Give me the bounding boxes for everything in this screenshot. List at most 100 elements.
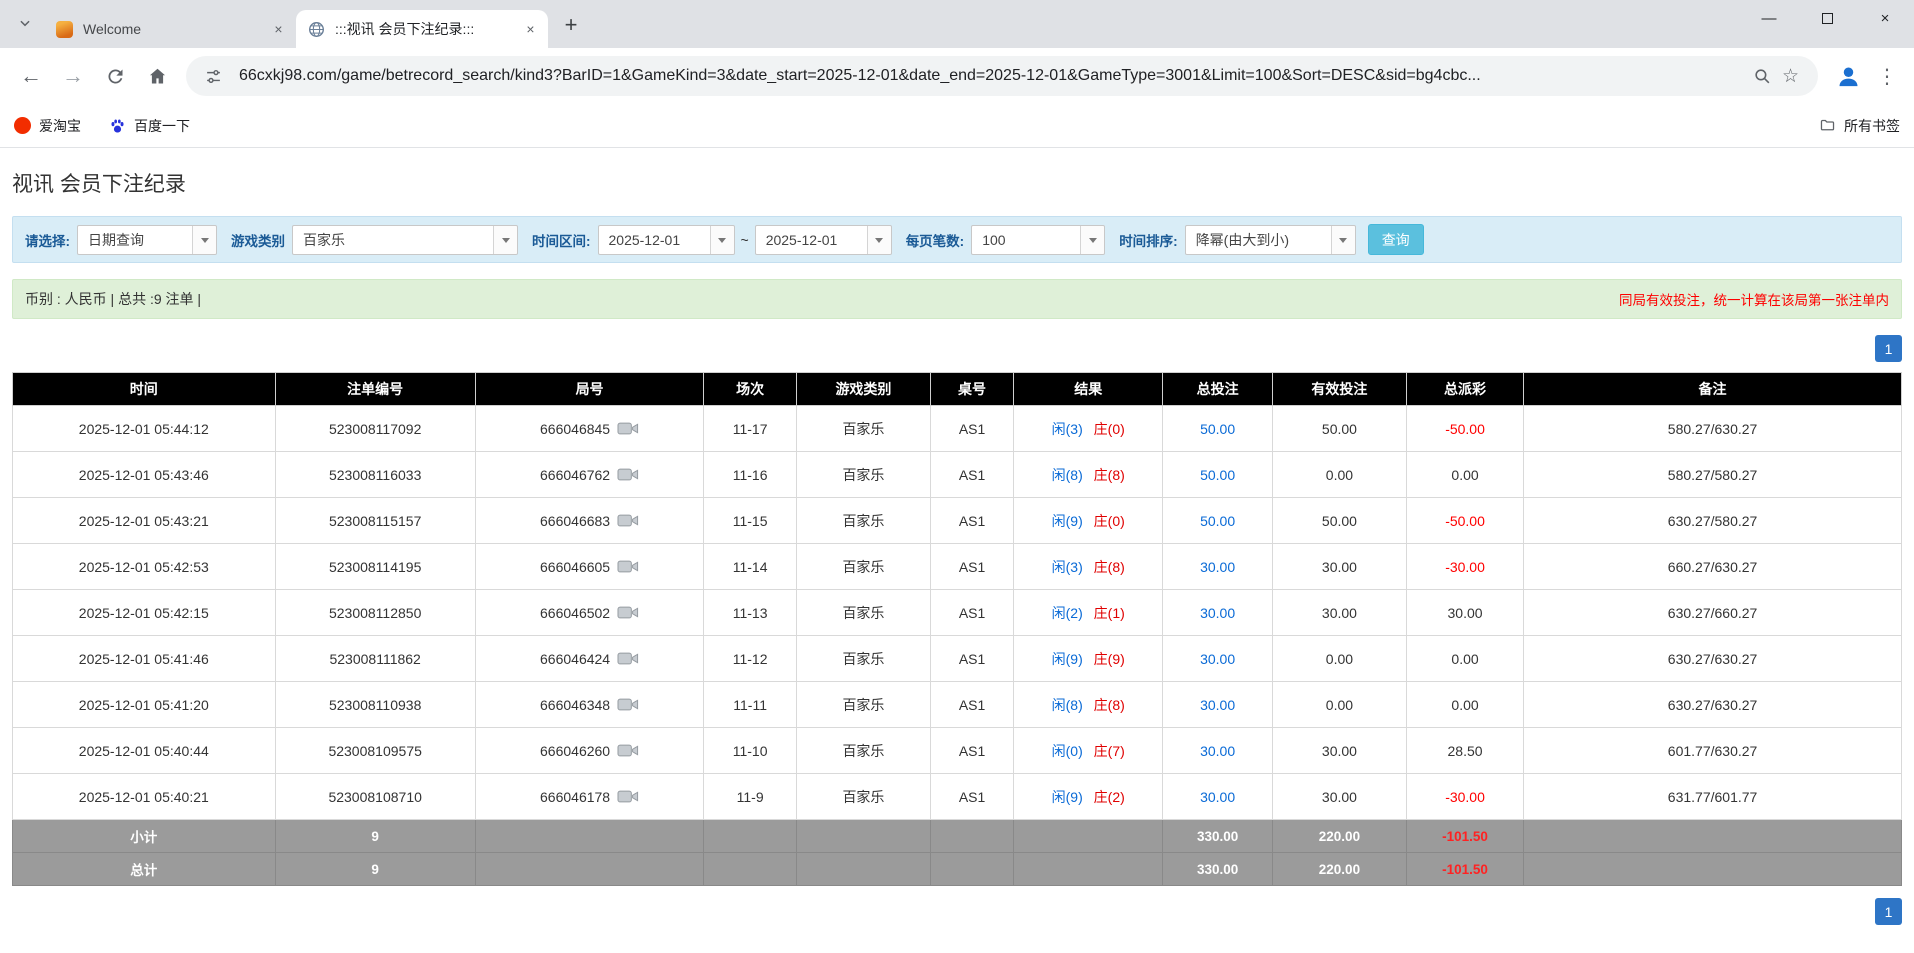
payout: -50.00 (1405, 497, 1525, 544)
bet-id: 523008116033 (274, 451, 476, 498)
note: 580.27/630.27 (1523, 405, 1902, 452)
game-type-select[interactable]: 百家乐 (292, 224, 518, 255)
valid-bet: 0.00 (1271, 451, 1407, 498)
bet-time: 2025-12-01 05:40:21 (12, 773, 276, 820)
summary-cell (474, 852, 705, 886)
player-result: 闲(9) (1051, 650, 1083, 667)
bookmark-aitaobao[interactable]: 爱淘宝 (14, 116, 81, 136)
profile-button[interactable] (1830, 58, 1866, 94)
total-bet-link[interactable]: 30.00 (1200, 789, 1235, 805)
payout: 0.00 (1405, 635, 1525, 682)
note: 630.27/630.27 (1523, 635, 1902, 682)
all-bookmarks-label: 所有书签 (1844, 117, 1900, 134)
chevron-down-icon (493, 225, 517, 254)
baidu-paw-icon (109, 117, 126, 134)
minimize-button[interactable]: — (1740, 0, 1798, 36)
total-payout: -101.50 (1405, 852, 1525, 886)
total-bet-link[interactable]: 30.00 (1200, 651, 1235, 667)
video-replay-icon[interactable] (617, 605, 639, 620)
site-info-icon[interactable] (205, 68, 222, 85)
tab-welcome[interactable]: Welcome × (44, 10, 296, 48)
video-replay-icon[interactable] (617, 651, 639, 666)
total-bet-link[interactable]: 30.00 (1200, 697, 1235, 713)
total-bet-link[interactable]: 50.00 (1200, 421, 1235, 437)
total-bet-link[interactable]: 50.00 (1200, 467, 1235, 483)
table-header-row: 时间 注单编号 局号 场次 游戏类别 桌号 结果 总投注 有效投注 总派彩 备注 (12, 372, 1902, 406)
all-bookmarks-button[interactable]: 所有书签 (1819, 116, 1900, 136)
video-replay-icon[interactable] (617, 421, 639, 436)
sort-select[interactable]: 降幂(由大到小) (1184, 224, 1356, 255)
chevron-down-icon (1330, 225, 1355, 254)
table-row: 2025-12-01 05:40:44 523008109575 6660462… (12, 727, 1902, 774)
url-text[interactable]: 66cxkj98.com/game/betrecord_search/kind3… (239, 67, 1736, 85)
round-cell: 666046762 (474, 451, 705, 498)
subtotal-valid-bet: 220.00 (1271, 819, 1407, 853)
date-start-input[interactable]: 2025-12-01 (597, 224, 735, 255)
video-replay-icon[interactable] (617, 743, 639, 758)
folder-icon (1819, 117, 1836, 134)
reload-button[interactable] (96, 57, 134, 95)
close-icon[interactable]: × (269, 20, 288, 39)
forward-button[interactable]: → (54, 57, 92, 95)
close-window-button[interactable]: × (1856, 0, 1914, 36)
query-type-select[interactable]: 日期查询 (77, 224, 217, 255)
game-category: 百家乐 (795, 497, 932, 544)
bet-time: 2025-12-01 05:42:53 (12, 543, 276, 590)
date-end-input[interactable]: 2025-12-01 (754, 224, 892, 255)
video-replay-icon[interactable] (617, 559, 639, 574)
video-replay-icon[interactable] (617, 697, 639, 712)
round-number: 666046845 (540, 420, 611, 437)
close-icon[interactable]: × (521, 20, 540, 39)
profile-avatar-icon (1839, 67, 1857, 86)
page-1-button[interactable]: 1 (1875, 898, 1902, 925)
player-result: 闲(9) (1051, 512, 1083, 529)
table-row: 2025-12-01 05:41:20 523008110938 6660463… (12, 681, 1902, 728)
new-tab-button[interactable]: + (556, 10, 586, 40)
payout: -30.00 (1405, 773, 1525, 820)
note: 601.77/630.27 (1523, 727, 1902, 774)
total-bet-link[interactable]: 30.00 (1200, 559, 1235, 575)
total-bet-link[interactable]: 30.00 (1200, 743, 1235, 759)
summary-info-bar: 币别 : 人民币 | 总共 :9 注单 | 同局有效投注，统一计算在该局第一张注… (12, 279, 1902, 319)
bet-time: 2025-12-01 05:43:46 (12, 451, 276, 498)
url-bar: 66cxkj98.com/game/betrecord_search/kind3… (186, 56, 1818, 96)
total-bet-link[interactable]: 30.00 (1200, 605, 1235, 621)
bookmark-baidu[interactable]: 百度一下 (109, 116, 190, 136)
column-header: 桌号 (929, 372, 1015, 406)
browser-menu-button[interactable]: ⋮ (1870, 58, 1904, 94)
tab-search-button[interactable] (10, 10, 40, 40)
video-replay-icon[interactable] (617, 513, 639, 528)
banker-result: 庄(8) (1093, 696, 1125, 713)
bookmark-star-icon[interactable]: ☆ (1782, 65, 1799, 88)
payout: -30.00 (1405, 543, 1525, 590)
session-number: 11-11 (703, 681, 797, 728)
payout: 0.00 (1405, 681, 1525, 728)
tab-bet-records[interactable]: :::视讯 会员下注纪录::: × (296, 10, 548, 48)
result-cell: 闲(9) 庄(9) (1013, 635, 1164, 682)
reload-icon (107, 68, 122, 83)
session-number: 11-13 (703, 589, 797, 636)
per-page-select[interactable]: 100 (971, 224, 1106, 255)
pagination-top: 1 (12, 335, 1902, 362)
table-row: 2025-12-01 05:42:15 523008112850 6660465… (12, 589, 1902, 636)
valid-bet: 30.00 (1271, 727, 1407, 774)
maximize-button[interactable] (1798, 0, 1856, 36)
round-number: 666046683 (540, 512, 611, 529)
total-bet-link[interactable]: 50.00 (1200, 513, 1235, 529)
home-button[interactable] (138, 57, 176, 95)
round-number: 666046260 (540, 742, 611, 759)
video-replay-icon[interactable] (617, 789, 639, 804)
result-cell: 闲(8) 庄(8) (1013, 681, 1164, 728)
page-1-button[interactable]: 1 (1875, 335, 1902, 362)
currency-count-text: 币别 : 人民币 | 总共 :9 注单 | (25, 291, 202, 307)
round-number: 666046762 (540, 466, 611, 483)
total-bet-cell: 30.00 (1162, 681, 1273, 728)
video-replay-icon[interactable] (617, 467, 639, 482)
back-button[interactable]: ← (12, 57, 50, 95)
table-number: AS1 (929, 589, 1015, 636)
player-result: 闲(0) (1051, 742, 1083, 759)
zoom-icon[interactable] (1753, 67, 1772, 86)
tab-title: :::视讯 会员下注纪录::: (335, 21, 475, 37)
search-button[interactable]: 查询 (1367, 224, 1424, 255)
game-category: 百家乐 (795, 681, 932, 728)
